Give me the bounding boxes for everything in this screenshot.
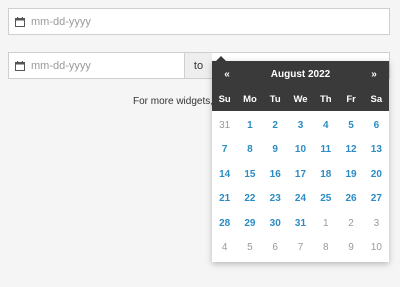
day-cell[interactable]: 25 (313, 187, 338, 212)
weekday-label: Tu (269, 94, 281, 105)
day-cell[interactable]: 2 (263, 113, 288, 138)
day-cell[interactable]: 11 (313, 138, 338, 163)
day-cell[interactable]: 19 (338, 162, 363, 187)
weekday-label: Th (319, 94, 332, 105)
widgets-note: For more widgets, v (133, 96, 221, 107)
weekday-label: We (293, 94, 308, 105)
day-cell[interactable]: 1 (313, 211, 338, 236)
day-cell[interactable]: 22 (237, 187, 262, 212)
range-separator: to (185, 52, 212, 79)
datepicker-popup: « August 2022 » Su Mo Tu We Th Fr Sa 31 1 2 3 4 5 6 7… (212, 61, 389, 262)
prev-month-button[interactable]: « (220, 69, 234, 80)
weekday-header-row: Su Mo Tu We Th Fr Sa (212, 88, 389, 111)
day-cell[interactable]: 10 (288, 138, 313, 163)
day-cell[interactable]: 12 (338, 138, 363, 163)
day-cell[interactable]: 2 (338, 211, 363, 236)
month-title[interactable]: August 2022 (271, 69, 330, 80)
day-cell[interactable]: 5 (237, 236, 262, 261)
day-cell[interactable]: 27 (364, 187, 389, 212)
day-cell[interactable]: 21 (212, 187, 237, 212)
calendar-icon (9, 53, 31, 78)
day-cell[interactable]: 7 (212, 138, 237, 163)
day-cell[interactable]: 14 (212, 162, 237, 187)
weekday-label: Su (218, 94, 231, 105)
day-cell[interactable]: 4 (313, 113, 338, 138)
day-cell[interactable]: 29 (237, 211, 262, 236)
day-cell[interactable]: 15 (237, 162, 262, 187)
day-grid: 31 1 2 3 4 5 6 7 8 9 10 11 12 13 14 15 16 17 18 19 20 21 22 23 2… (212, 111, 389, 260)
day-cell[interactable]: 5 (338, 113, 363, 138)
day-cell[interactable]: 6 (263, 236, 288, 261)
day-cell[interactable]: 18 (313, 162, 338, 187)
range-start-field[interactable]: mm-dd-yyyy (8, 52, 185, 79)
day-cell[interactable]: 16 (263, 162, 288, 187)
day-cell[interactable]: 8 (237, 138, 262, 163)
day-cell[interactable]: 8 (313, 236, 338, 261)
day-cell[interactable]: 28 (212, 211, 237, 236)
day-cell[interactable]: 26 (338, 187, 363, 212)
day-cell[interactable]: 6 (364, 113, 389, 138)
next-month-button[interactable]: » (367, 69, 381, 80)
day-cell[interactable]: 7 (288, 236, 313, 261)
day-cell[interactable]: 24 (288, 187, 313, 212)
day-cell[interactable]: 9 (338, 236, 363, 261)
weekday-label: Sa (370, 94, 383, 105)
weekday-label: Mo (243, 94, 257, 105)
day-cell[interactable]: 30 (263, 211, 288, 236)
day-cell[interactable]: 20 (364, 162, 389, 187)
day-cell[interactable]: 4 (212, 236, 237, 261)
single-date-placeholder: mm-dd-yyyy (31, 15, 91, 28)
day-cell[interactable]: 31 (288, 211, 313, 236)
calendar-icon (9, 9, 31, 34)
day-cell[interactable]: 10 (364, 236, 389, 261)
day-cell[interactable]: 3 (364, 211, 389, 236)
day-cell[interactable]: 1 (237, 113, 262, 138)
day-cell[interactable]: 13 (364, 138, 389, 163)
day-cell[interactable]: 31 (212, 113, 237, 138)
day-cell[interactable]: 17 (288, 162, 313, 187)
datepicker-header: « August 2022 » Su Mo Tu We Th Fr Sa (212, 61, 389, 111)
range-start-placeholder: mm-dd-yyyy (31, 59, 91, 72)
single-date-field[interactable]: mm-dd-yyyy (8, 8, 390, 35)
day-cell[interactable]: 23 (263, 187, 288, 212)
day-cell[interactable]: 3 (288, 113, 313, 138)
weekday-label: Fr (346, 94, 356, 105)
day-cell[interactable]: 9 (263, 138, 288, 163)
